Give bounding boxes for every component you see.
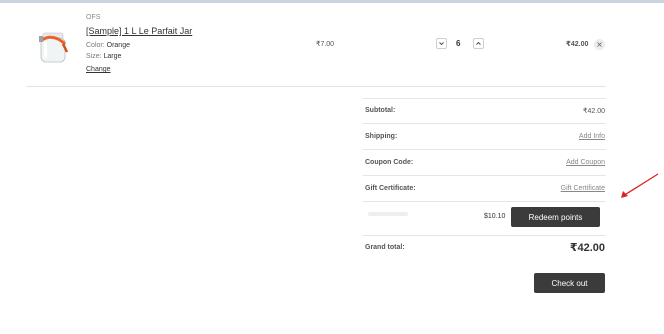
add-coupon-link[interactable]: Add Coupon xyxy=(566,159,605,166)
subtotal-value: ₹42.00 xyxy=(583,108,605,115)
color-label: Color: xyxy=(86,42,105,49)
color-value: Orange xyxy=(106,42,130,49)
coupon-label: Coupon Code: xyxy=(365,159,414,166)
checkout-button[interactable]: Check out xyxy=(534,273,605,293)
points-label-blurred xyxy=(368,212,408,216)
item-unit-price: ₹7.00 xyxy=(316,41,335,48)
size-label: Size: xyxy=(86,53,102,60)
product-color-option: Color: Orange xyxy=(86,42,130,49)
totals-divider xyxy=(363,201,606,202)
product-brand: OFS xyxy=(86,14,101,21)
quantity-value: 6 xyxy=(456,39,461,48)
chevron-down-icon xyxy=(439,42,444,46)
quantity-decrease-button[interactable] xyxy=(436,38,447,49)
annotation-arrow-icon xyxy=(621,173,659,198)
totals-divider xyxy=(363,149,606,150)
product-image[interactable] xyxy=(34,28,72,66)
size-value: Large xyxy=(103,53,122,60)
redeem-points-button[interactable]: Redeem points xyxy=(511,207,600,227)
product-size-option: Size: Large xyxy=(86,53,121,60)
totals-divider xyxy=(363,123,606,124)
gift-certificate-link[interactable]: Gift Certificate xyxy=(561,185,605,192)
change-options-link[interactable]: Change xyxy=(86,66,111,73)
close-icon xyxy=(597,42,602,47)
gift-certificate-label: Gift Certificate: xyxy=(365,185,416,192)
shipping-label: Shipping: xyxy=(365,133,398,140)
product-name-link[interactable]: [Sample] 1 L Le Parfait Jar xyxy=(86,26,192,36)
add-shipping-info-link[interactable]: Add Info xyxy=(579,133,605,140)
quantity-increase-button[interactable] xyxy=(473,38,484,49)
remove-item-button[interactable] xyxy=(594,39,605,50)
totals-divider xyxy=(363,175,606,176)
subtotal-label: Subtotal: xyxy=(365,107,396,114)
totals-divider xyxy=(363,98,606,99)
grand-total-value: ₹42.00 xyxy=(569,242,605,254)
cart-divider xyxy=(26,86,606,87)
totals-divider xyxy=(363,235,606,236)
top-border xyxy=(0,0,664,3)
points-value: $10.10 xyxy=(484,213,506,220)
grand-total-label: Grand total: xyxy=(365,244,405,251)
item-total-price: ₹42.00 xyxy=(566,41,589,48)
chevron-up-icon xyxy=(476,41,481,45)
